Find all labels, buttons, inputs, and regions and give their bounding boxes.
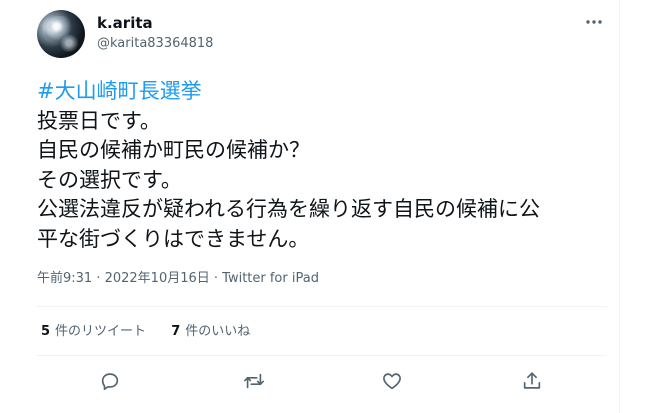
hashtag-link[interactable]: #大山崎町長選挙 [37,77,612,107]
reply-icon[interactable] [99,370,121,392]
tweet-card: k.arita @karita83364818 #大山崎町長選挙 投票日です。 … [0,0,620,413]
author-display-name[interactable]: k.arita [97,13,153,33]
tweet-stats: 5 件のリツイート 7 件のいいね [41,323,271,341]
tweet-text-line: 自民の候補か町民の候補か？ [37,138,310,162]
tweet-timestamp-source[interactable]: 午前9:31 · 2022年10月16日 · Twitter for iPad [37,270,319,288]
likes-label: 件のいいね [185,324,251,339]
tweet-text-line: 投票日です。 [37,108,161,133]
retweets-stat[interactable]: 5 件のリツイート [41,323,146,341]
tweet-text-line: 公選法違反が疑われる行為を繰り返す自民の候補に公 [37,197,540,221]
avatar[interactable] [37,10,85,58]
tweet-text: #大山崎町長選挙 投票日です。 自民の候補か町民の候補か？ その選択です。 公選… [37,77,612,254]
more-icon[interactable] [584,12,604,32]
tweet-text-line: 平な街づくりはできません。 [37,226,310,251]
divider [37,355,607,356]
divider [37,306,607,307]
likes-stat[interactable]: 7 件のいいね [171,323,250,341]
like-icon[interactable] [381,370,403,392]
share-icon[interactable] [521,370,543,392]
tweet-text-line: その選択です。 [37,167,182,192]
likes-count: 7 [171,324,181,339]
author-handle[interactable]: @karita83364818 [97,35,213,53]
retweets-count: 5 [41,324,51,339]
retweet-icon[interactable] [243,370,265,392]
retweets-label: 件のリツイート [55,324,147,339]
